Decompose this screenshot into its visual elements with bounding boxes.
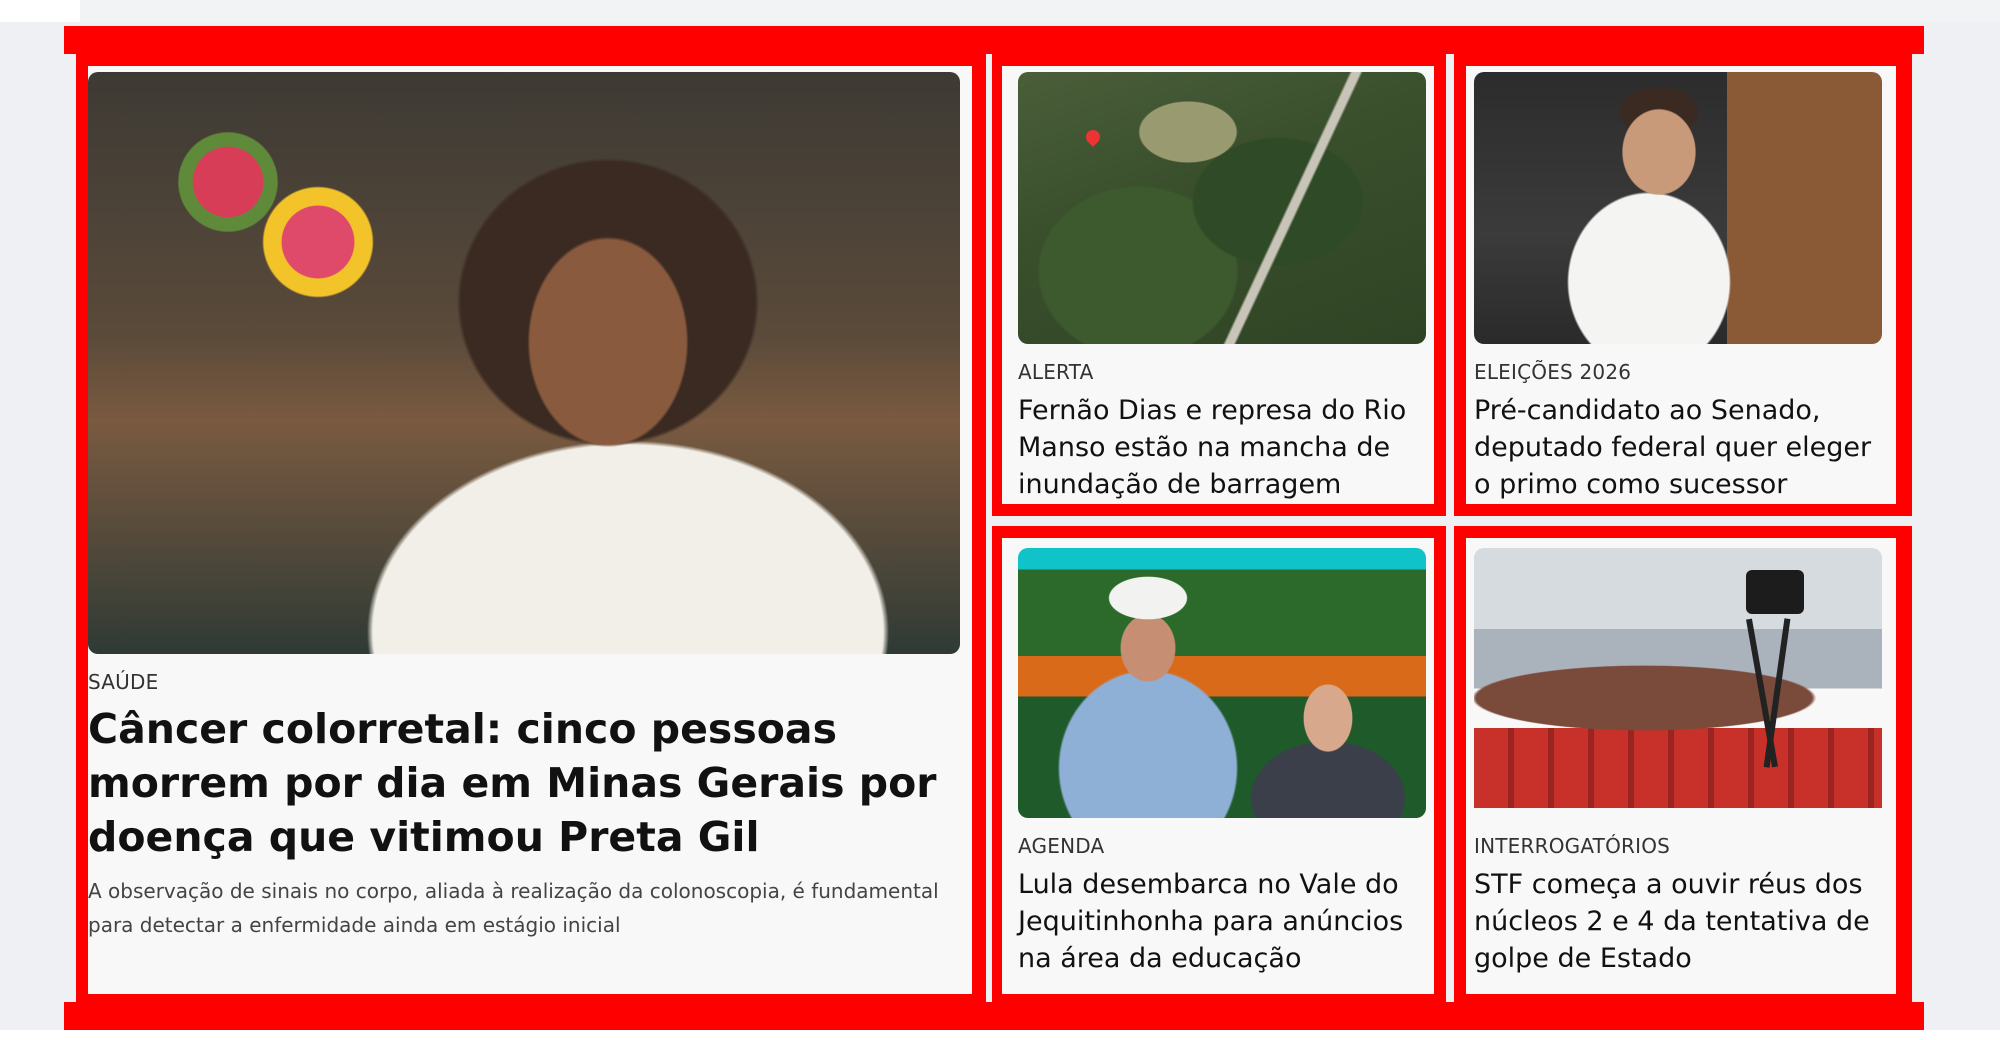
news-card-category[interactable]: AGENDA [1018, 834, 1104, 858]
news-card-category[interactable]: ALERTA [1018, 360, 1093, 384]
news-card-headline[interactable]: STF começa a ouvir réus dos núcleos 2 e … [1474, 866, 1890, 977]
news-card-category[interactable]: INTERROGATÓRIOS [1474, 834, 1670, 858]
news-card-alerta[interactable]: ALERTA Fernão Dias e represa do Rio Mans… [992, 54, 1446, 516]
news-card-headline[interactable]: Fernão Dias e represa do Rio Manso estão… [1018, 392, 1428, 503]
bottom-strip [0, 1030, 2000, 1040]
news-card-image[interactable] [1018, 548, 1426, 818]
news-card-eleicoes[interactable]: ELEIÇÕES 2026 Pré-candidato ao Senado, d… [1454, 54, 1912, 516]
featured-news-image[interactable] [88, 72, 960, 654]
map-pin-icon [1083, 127, 1103, 147]
news-card-headline[interactable]: Lula desembarca no Vale do Jequitinhonha… [1018, 866, 1428, 977]
news-card-image[interactable] [1474, 72, 1882, 344]
featured-news-card[interactable]: SAÚDE Câncer colorretal: cinco pessoas m… [76, 54, 986, 1006]
video-camera-icon [1746, 570, 1804, 614]
news-card-headline[interactable]: Pré-candidato ao Senado, deputado federa… [1474, 392, 1890, 503]
news-card-image[interactable] [1018, 72, 1426, 344]
featured-news-category[interactable]: SAÚDE [88, 670, 158, 694]
featured-news-summary: A observação de sinais no corpo, aliada … [88, 879, 939, 937]
highlight-frame-top [64, 26, 1924, 54]
top-strip [80, 0, 2000, 22]
news-card-interrogatorios[interactable]: INTERROGATÓRIOS STF começa a ouvir réus … [1454, 526, 1912, 1006]
featured-news-headline[interactable]: Câncer colorretal: cinco pessoas morrem … [88, 702, 968, 864]
news-card-image[interactable] [1474, 548, 1882, 818]
news-card-category[interactable]: ELEIÇÕES 2026 [1474, 360, 1631, 384]
news-card-agenda[interactable]: AGENDA Lula desembarca no Vale do Jequit… [992, 526, 1446, 1006]
highlight-frame-bottom [64, 1002, 1924, 1030]
